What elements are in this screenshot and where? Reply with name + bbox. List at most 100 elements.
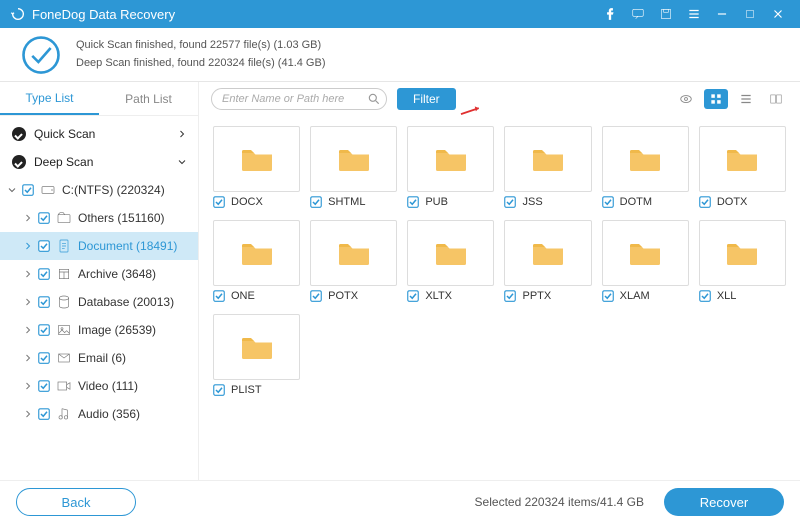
folder-thumbnail [504,126,591,192]
minimize-icon[interactable] [710,2,734,26]
close-icon[interactable] [766,2,790,26]
tree-quick-scan[interactable]: Quick Scan [0,120,198,148]
tree-node-label: Document (18491) [78,239,188,253]
grid-item[interactable]: JSS [504,126,591,208]
checkbox-icon[interactable] [602,290,614,302]
tree-node-label: Archive (3648) [78,267,188,281]
grid-item-label: DOTM [620,196,652,208]
tree-node-audio[interactable]: Audio (356) [0,400,198,428]
checkbox-icon[interactable] [38,296,50,308]
folder-icon [239,238,275,268]
tree-deep-scan[interactable]: Deep Scan [0,148,198,176]
search-input[interactable] [211,88,387,110]
folder-icon [530,238,566,268]
maximize-icon[interactable] [738,2,762,26]
recover-button[interactable]: Recover [664,488,784,516]
database-icon [56,294,72,310]
list-view-button[interactable] [734,89,758,109]
preview-toggle-icon[interactable] [674,89,698,109]
tab-path-list[interactable]: Path List [99,82,198,115]
detail-view-button[interactable] [764,89,788,109]
checkbox-icon[interactable] [504,290,516,302]
check-dot-icon [12,155,26,169]
email-icon [56,350,72,366]
checkbox-icon[interactable] [310,290,322,302]
folder-thumbnail [407,220,494,286]
grid-item[interactable]: ONE [213,220,300,302]
tree-drive[interactable]: C:(NTFS) (220324) [0,176,198,204]
grid-item[interactable]: XLAM [602,220,689,302]
audio-icon [56,406,72,422]
search-icon[interactable] [367,92,381,106]
checkbox-icon[interactable] [699,290,711,302]
grid-item[interactable]: DOCX [213,126,300,208]
checkbox-icon[interactable] [213,290,225,302]
folder-icon [336,238,372,268]
deep-scan-status: Deep Scan finished, found 220324 file(s)… [76,55,325,73]
folder-thumbnail [602,220,689,286]
grid-item[interactable]: PPTX [504,220,591,302]
tree-node-folder[interactable]: Others (151160) [0,204,198,232]
grid-item[interactable]: SHTML [310,126,397,208]
grid-item-label: POTX [328,290,358,302]
grid-item[interactable]: DOTX [699,126,786,208]
tree-node-document[interactable]: Document (18491) [0,232,198,260]
checkbox-icon[interactable] [602,196,614,208]
folder-thumbnail [310,126,397,192]
folder-icon [627,144,663,174]
folder-thumbnail [699,220,786,286]
folder-icon [433,144,469,174]
checkbox-icon[interactable] [38,268,50,280]
checkbox-icon[interactable] [38,380,50,392]
grid-item[interactable]: XLL [699,220,786,302]
feedback-icon[interactable] [626,2,650,26]
checkbox-icon[interactable] [213,384,225,396]
folder-thumbnail [602,126,689,192]
folder-icon [724,238,760,268]
checkbox-icon[interactable] [407,196,419,208]
back-button[interactable]: Back [16,488,136,516]
save-icon[interactable] [654,2,678,26]
quick-scan-status: Quick Scan finished, found 22577 file(s)… [76,37,325,55]
file-grid: DOCXSHTMLPUBJSSDOTMDOTXONEPOTXXLTXPPTXXL… [199,116,800,480]
checkbox-icon[interactable] [38,352,50,364]
checkbox-icon[interactable] [38,212,50,224]
grid-item-label: PUB [425,196,448,208]
grid-item[interactable]: POTX [310,220,397,302]
folder-thumbnail [213,220,300,286]
app-logo-icon [10,6,26,22]
checkbox-icon[interactable] [699,196,711,208]
checkbox-icon[interactable] [38,324,50,336]
chevron-right-icon [176,128,188,140]
share-facebook-icon[interactable] [598,2,622,26]
sidebar: Type List Path List Quick Scan Deep Scan… [0,82,199,480]
grid-item[interactable]: DOTM [602,126,689,208]
grid-item[interactable]: PUB [407,126,494,208]
chevron-right-icon [22,380,34,392]
folder-icon [627,238,663,268]
toolbar: Filter [199,82,800,116]
grid-view-button[interactable] [704,89,728,109]
checkbox-icon[interactable] [310,196,322,208]
tree-node-video[interactable]: Video (111) [0,372,198,400]
grid-item[interactable]: XLTX [407,220,494,302]
tree-node-email[interactable]: Email (6) [0,344,198,372]
grid-item[interactable]: PLIST [213,314,300,396]
checkbox-icon[interactable] [22,184,34,196]
checkbox-icon[interactable] [38,240,50,252]
tree-node-image[interactable]: Image (26539) [0,316,198,344]
grid-item-label: ONE [231,290,255,302]
checkbox-icon[interactable] [407,290,419,302]
checkbox-icon[interactable] [213,196,225,208]
checkbox-icon[interactable] [504,196,516,208]
tree-node-database[interactable]: Database (20013) [0,288,198,316]
scan-complete-icon [20,34,62,76]
tab-type-list[interactable]: Type List [0,82,99,115]
menu-icon[interactable] [682,2,706,26]
tree-node-archive[interactable]: Archive (3648) [0,260,198,288]
checkbox-icon[interactable] [38,408,50,420]
tree-node-label: Others (151160) [78,211,188,225]
filter-button[interactable]: Filter [397,88,456,110]
grid-item-label: XLL [717,290,737,302]
grid-item-label: XLTX [425,290,452,302]
